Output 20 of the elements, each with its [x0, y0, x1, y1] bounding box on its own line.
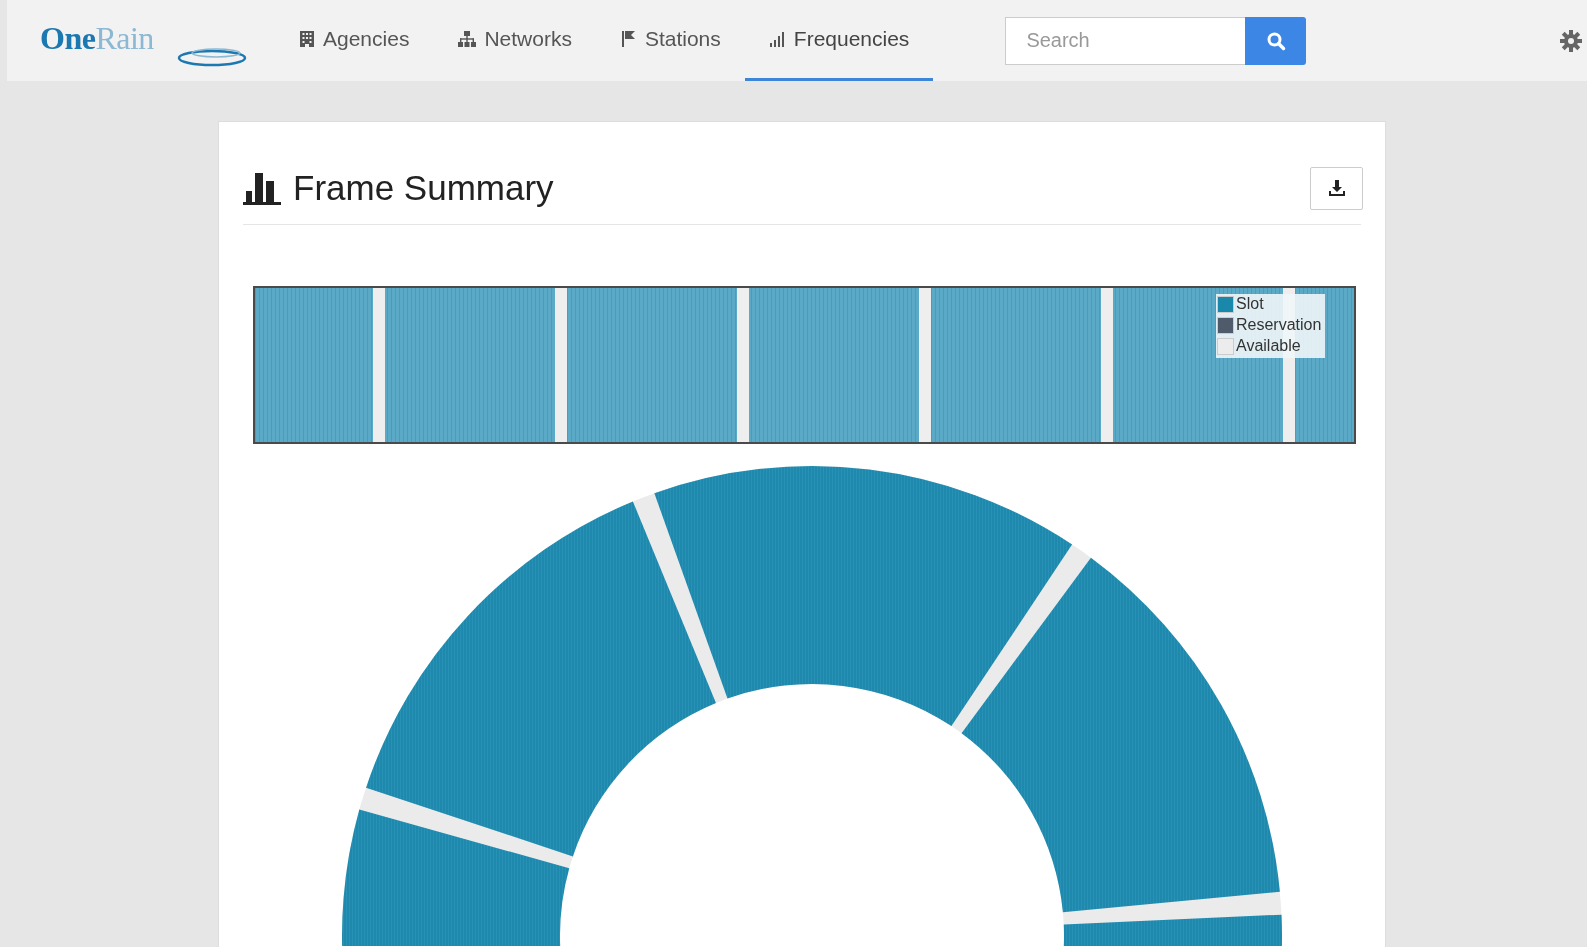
- logo-text: OneRain: [40, 20, 154, 57]
- download-button[interactable]: [1310, 166, 1363, 210]
- nav-tab[interactable]: Agencies: [274, 0, 434, 81]
- sitemap-icon: [457, 30, 478, 48]
- nav-tab[interactable]: Frequencies: [744, 0, 934, 81]
- flag-icon: [619, 30, 638, 48]
- card-title: Frame Summary: [293, 168, 555, 208]
- download-icon: [1327, 179, 1346, 197]
- legend-label: Slot: [1236, 295, 1264, 313]
- legend-label: Reservation: [1236, 316, 1322, 334]
- bar-chart-icon: [243, 171, 281, 205]
- nav-tab[interactable]: Networks: [433, 0, 596, 81]
- signal-bars-icon: [768, 30, 787, 48]
- nav-tab[interactable]: Stations: [595, 0, 745, 81]
- building-icon: [298, 30, 316, 48]
- search-field[interactable]: Search: [1005, 16, 1246, 65]
- search-button[interactable]: [1245, 16, 1307, 65]
- settings-icon[interactable]: [1559, 28, 1583, 53]
- legend-label: Available: [1236, 337, 1301, 355]
- search-icon: [1265, 30, 1286, 51]
